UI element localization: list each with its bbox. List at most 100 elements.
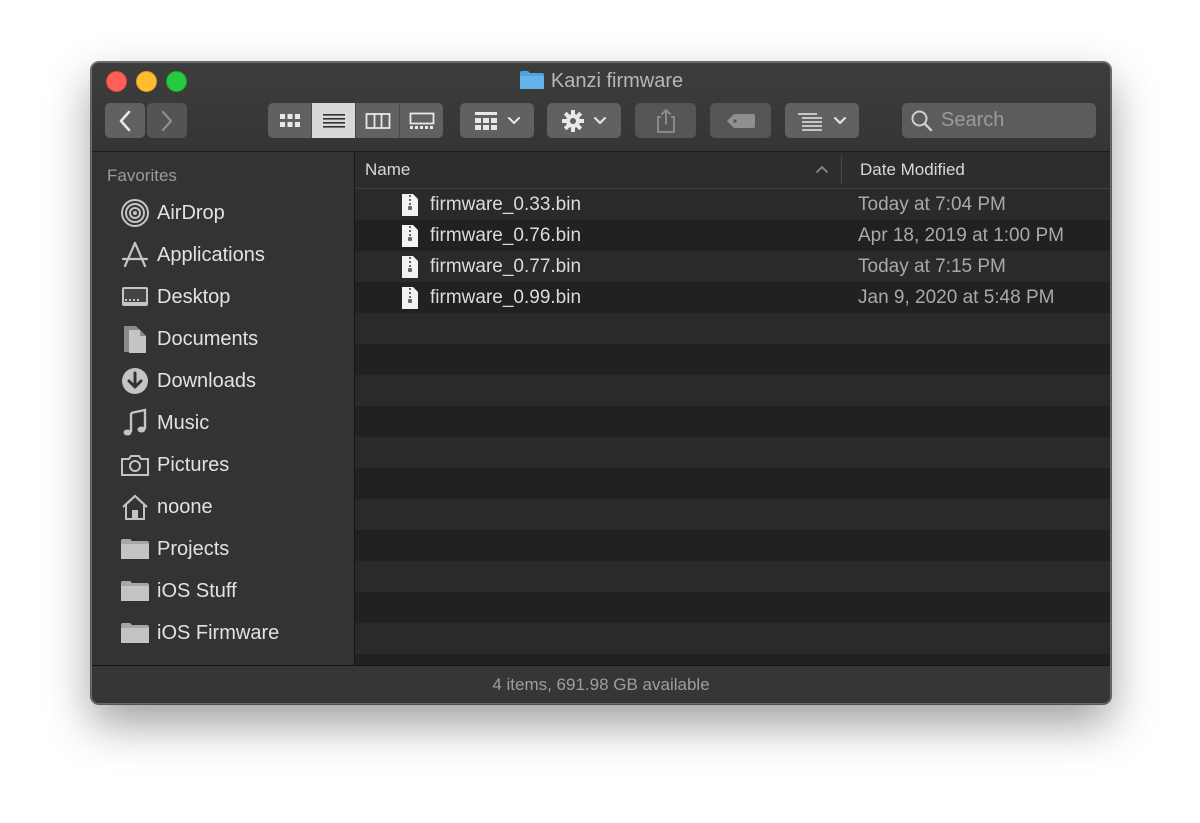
group-by-button[interactable] [460, 103, 534, 138]
file-date-modified: Apr 18, 2019 at 1:00 PM [858, 225, 1064, 246]
documents-icon [120, 324, 150, 354]
home-icon [120, 492, 150, 522]
folder-icon [519, 70, 545, 96]
empty-row [355, 437, 1110, 468]
empty-row [355, 499, 1110, 530]
file-row[interactable]: firmware_0.33.bin Today at 7:04 PM [355, 189, 1110, 220]
sidebar-item-documents[interactable]: Documents [120, 322, 258, 356]
sidebar-item-home[interactable]: noone [120, 490, 213, 524]
chevron-down-icon [508, 116, 520, 124]
sidebar-item-label: Pictures [157, 453, 230, 476]
list-view-button[interactable] [312, 103, 356, 138]
sidebar-heading-favorites: Favorites [107, 166, 177, 185]
sidebar-item-label: Projects [157, 537, 230, 560]
folder-icon [120, 576, 150, 606]
file-row[interactable]: firmware_0.77.bin Today at 7:15 PM [355, 251, 1110, 282]
forward-button[interactable] [147, 103, 187, 138]
file-name: firmware_0.99.bin [430, 287, 582, 308]
grid-icon [279, 113, 300, 127]
sidebar: Favorites AirDrop Applications Desktop D… [92, 152, 355, 665]
file-name: firmware_0.77.bin [430, 256, 582, 277]
tag-icon [726, 113, 755, 128]
downloads-icon [120, 366, 150, 396]
sidebar-item-label: noone [157, 495, 213, 518]
back-button[interactable] [105, 103, 145, 138]
file-name: firmware_0.76.bin [430, 225, 582, 246]
arrange-button[interactable] [785, 103, 859, 138]
empty-row [355, 530, 1110, 561]
column-header-name[interactable]: Name [365, 160, 410, 180]
file-row[interactable]: firmware_0.99.bin Jan 9, 2020 at 5:48 PM [355, 282, 1110, 313]
window-title: Kanzi firmware [92, 69, 1110, 96]
view-mode-segmented-control [268, 103, 443, 138]
sidebar-item-projects[interactable]: Projects [120, 532, 229, 566]
sidebar-item-pictures[interactable]: Pictures [120, 448, 229, 482]
folder-icon [120, 618, 150, 648]
file-rows: firmware_0.33.bin Today at 7:04 PM firmw… [355, 189, 1110, 665]
title-bar: Kanzi firmware Search [92, 63, 1110, 152]
search-placeholder: Search [941, 109, 1005, 131]
action-menu-button[interactable] [547, 103, 621, 138]
sidebar-item-downloads[interactable]: Downloads [120, 364, 256, 398]
file-list-pane: Name Date Modified firmware_0.33.bin Tod… [355, 152, 1110, 665]
applications-icon [120, 240, 150, 270]
sidebar-item-ios-firmware[interactable]: iOS Firmware [120, 616, 279, 650]
gallery-view-button[interactable] [400, 103, 443, 138]
sidebar-item-label: AirDrop [157, 201, 225, 224]
chevron-left-icon [119, 110, 131, 131]
search-icon [911, 110, 933, 131]
file-row[interactable]: firmware_0.76.bin Apr 18, 2019 at 1:00 P… [355, 220, 1110, 251]
share-button[interactable] [635, 103, 696, 138]
sidebar-item-applications[interactable]: Applications [120, 238, 265, 272]
empty-row [355, 406, 1110, 437]
sidebar-item-ios-stuff[interactable]: iOS Stuff [120, 574, 237, 608]
file-date-modified: Today at 7:04 PM [858, 194, 1006, 215]
sidebar-item-label: Applications [157, 243, 265, 266]
file-date-modified: Today at 7:15 PM [858, 256, 1006, 277]
search-field[interactable]: Search [902, 103, 1096, 138]
empty-row [355, 623, 1110, 654]
sidebar-item-label: iOS Stuff [157, 579, 237, 602]
empty-row [355, 592, 1110, 623]
sidebar-item-desktop[interactable]: Desktop [120, 280, 230, 314]
share-icon [656, 108, 675, 133]
status-bar: 4 items, 691.98 GB available [92, 665, 1110, 703]
archive-file-icon [401, 286, 419, 315]
camera-icon [120, 450, 150, 480]
column-header: Name Date Modified [355, 152, 1110, 189]
sidebar-item-music[interactable]: Music [120, 406, 209, 440]
empty-row [355, 561, 1110, 592]
sidebar-item-label: Music [157, 411, 210, 434]
chevron-down-icon [594, 116, 606, 124]
sidebar-item-label: Downloads [157, 369, 256, 392]
file-name: firmware_0.33.bin [430, 194, 582, 215]
list-icon [322, 113, 345, 128]
icon-view-button[interactable] [268, 103, 312, 138]
group-grid-icon [475, 111, 497, 130]
sort-ascending-icon[interactable] [815, 164, 829, 174]
column-separator[interactable] [841, 156, 842, 184]
file-date-modified: Jan 9, 2020 at 5:48 PM [858, 287, 1055, 308]
columns-icon [365, 112, 390, 129]
sidebar-item-label: iOS Firmware [157, 621, 280, 644]
empty-row [355, 468, 1110, 499]
empty-row [355, 375, 1110, 406]
desktop-icon [120, 282, 150, 312]
sidebar-item-label: Documents [157, 327, 259, 350]
tags-button[interactable] [710, 103, 771, 138]
gear-icon [562, 109, 584, 132]
sidebar-item-airdrop[interactable]: AirDrop [120, 196, 225, 230]
chevron-right-icon [161, 110, 173, 131]
music-icon [120, 408, 150, 438]
archive-file-icon [401, 224, 419, 253]
empty-row [355, 313, 1110, 344]
empty-row [355, 344, 1110, 375]
folder-icon [120, 534, 150, 564]
column-header-date-modified[interactable]: Date Modified [860, 160, 965, 180]
gallery-icon [409, 112, 434, 129]
arrange-list-icon [798, 112, 822, 131]
chevron-down-icon [834, 116, 846, 124]
archive-file-icon [401, 193, 419, 222]
column-view-button[interactable] [356, 103, 400, 138]
airdrop-icon [120, 198, 150, 228]
